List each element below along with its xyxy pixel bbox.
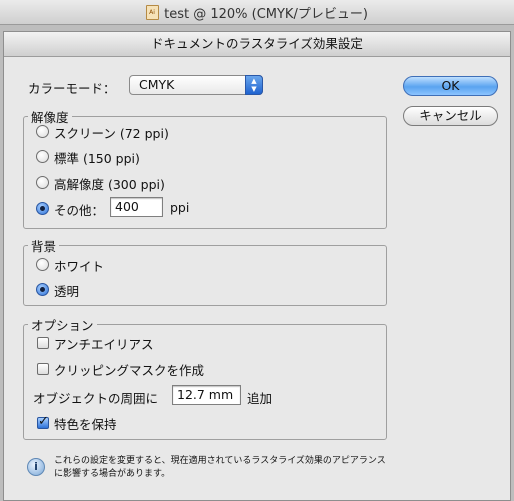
radio-standard[interactable] [36,150,49,163]
radio-other-label: その他： [54,203,105,218]
select-arrows-icon: ▲ ▼ [245,75,263,95]
radio-transparent[interactable] [36,283,49,296]
cancel-button[interactable]: キャンセル [403,106,498,126]
color-mode-value: CMYK [139,77,175,92]
note-line-2: に影響する場合があります。 [54,469,171,479]
add-around-label: オブジェクトの周囲に [33,391,159,406]
background-legend: 背景 [28,236,60,255]
color-mode-select[interactable]: CMYK ▲ ▼ [129,75,263,95]
info-icon: i [27,458,45,476]
antialias-checkbox[interactable] [37,337,49,349]
window-title: test @ 120% (CMYK/プレビュー) [164,6,368,22]
radio-white[interactable] [36,258,49,271]
radio-standard-label: 標準 (150 ppi) [54,151,140,166]
preserve-spot-checkbox[interactable] [37,414,49,429]
window-titlebar: test @ 120% (CMYK/プレビュー) [0,0,514,25]
rasterize-effects-dialog: ドキュメントのラスタライズ効果設定 カラーモード： CMYK ▲ ▼ OK キャン… [3,31,511,501]
options-legend: オプション [28,315,97,334]
clipping-mask-label: クリッピングマスクを作成 [54,363,205,378]
note-line-1: これらの設定を変更すると、現在適用されているラスタライズ効果のアピアランス [54,456,386,466]
radio-other[interactable] [36,202,49,215]
add-around-input[interactable]: 12.7 mm [172,385,241,405]
add-around-suffix: 追加 [247,391,273,406]
radio-screen[interactable] [36,125,49,138]
preserve-spot-label: 特色を保持 [54,417,117,432]
clipping-mask-checkbox[interactable] [37,363,49,375]
document-icon [146,4,160,20]
dialog-title: ドキュメントのラスタライズ効果設定 [4,32,510,57]
other-ppi-input[interactable]: 400 [110,197,163,217]
antialias-label: アンチエイリアス [54,337,154,352]
radio-transparent-label: 透明 [54,284,80,299]
radio-high-label: 高解像度 (300 ppi) [54,177,165,192]
radio-screen-label: スクリーン (72 ppi) [54,126,169,141]
color-mode-label: カラーモード： [28,81,116,96]
radio-high[interactable] [36,176,49,189]
ok-button[interactable]: OK [403,76,498,96]
ppi-unit-label: ppi [170,200,190,215]
radio-white-label: ホワイト [54,259,105,274]
